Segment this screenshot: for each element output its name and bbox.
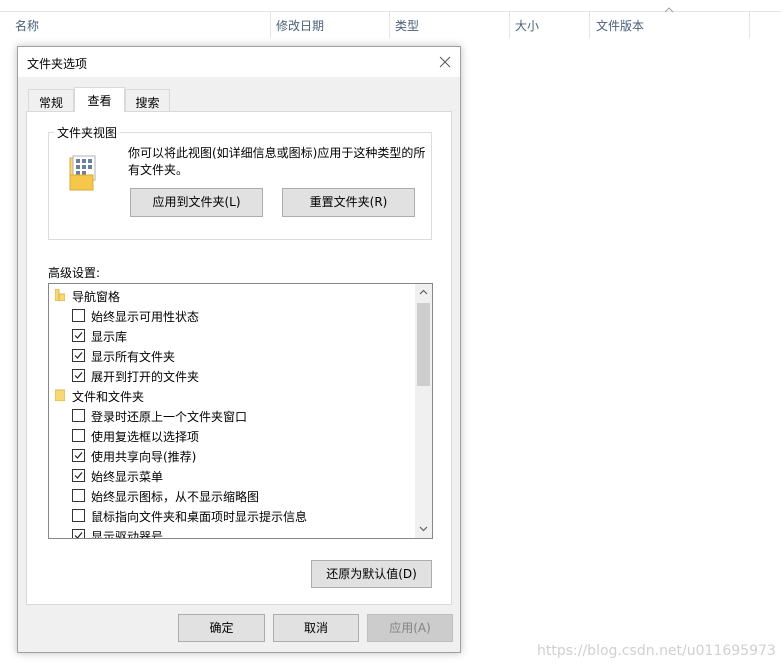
column-separator[interactable] [749,12,750,38]
checkmark-icon [74,332,83,339]
checkbox[interactable] [72,429,85,442]
tab-general-label: 常规 [38,96,63,110]
checkbox[interactable] [72,369,85,382]
dialog-titlebar[interactable]: 文件夹选项 [18,47,460,77]
view-tab-panel: 文件夹视图 你可以将此视图(如详细信息或图标)应用于这种类型的所有文件夹。 应用… [26,111,452,605]
column-header-type[interactable]: 类型 [395,17,419,34]
folder-view-description: 你可以将此视图(如详细信息或图标)应用于这种类型的所有文件夹。 [128,146,426,177]
column-header-file-version[interactable]: 文件版本 [596,17,644,34]
list-item-label: 登录时还原上一个文件夹窗口 [91,410,248,424]
navigation-pane-icon [55,289,65,301]
close-button[interactable] [430,47,460,77]
list-item-label: 显示所有文件夹 [91,350,176,364]
checkmark-icon [74,532,83,538]
list-group-label: 文件和文件夹 [72,390,145,404]
checkbox[interactable] [72,409,85,422]
close-icon [439,56,451,68]
list-item-always-show-menus[interactable]: 始终显示菜单 [49,465,415,485]
list-group-navigation-pane: 导航窗格 [49,285,415,305]
list-item-show-all-folders[interactable]: 显示所有文件夹 [49,345,415,365]
folder-options-dialog: 文件夹选项 常规 查看 搜索 文件夹视图 你可以将此视图(如详细信息或图标)应用… [17,46,461,653]
column-header-date-modified[interactable]: 修改日期 [276,17,324,34]
checkbox[interactable] [72,309,85,322]
list-item-show-popup-description[interactable]: 鼠标指向文件夹和桌面项时显示提示信息 [49,505,415,525]
list-item-always-show-icons[interactable]: 始终显示图标，从不显示缩略图 [49,485,415,505]
list-item-label: 使用共享向导(推荐) [91,450,197,464]
checkbox[interactable] [72,529,85,538]
cancel-button[interactable]: 取消 [273,614,359,642]
list-item-use-sharing-wizard[interactable]: 使用共享向导(推荐) [49,445,415,465]
list-item-show-libraries[interactable]: 显示库 [49,325,415,345]
apply-button[interactable]: 应用(A) [367,614,453,642]
list-item-label: 显示驱动器号 [91,530,164,539]
list-item-restore-previous-folders[interactable]: 登录时还原上一个文件夹窗口 [49,405,415,425]
advanced-settings-label: 高级设置: [48,266,101,280]
scroll-up-button[interactable] [415,284,432,301]
checkbox[interactable] [72,469,85,482]
chevron-up-icon [419,289,428,295]
checkmark-icon [74,372,83,379]
list-item-label: 使用复选框以选择项 [91,430,200,444]
list-item-label: 鼠标指向文件夹和桌面项时显示提示信息 [91,510,308,524]
checkbox[interactable] [72,449,85,462]
list-item-expand-to-open-folder[interactable]: 展开到打开的文件夹 [49,365,415,385]
column-header-size[interactable]: 大小 [515,17,539,34]
sort-caret-icon [664,7,674,13]
column-separator[interactable] [589,12,590,38]
tab-view[interactable]: 查看 [74,87,125,112]
explorer-column-header: 名称 修改日期 类型 大小 文件版本 [0,0,781,40]
folder-view-title: 文件夹视图 [54,124,121,141]
list-item-label: 始终显示图标，从不显示缩略图 [91,490,260,504]
dialog-title: 文件夹选项 [27,57,88,71]
list-group-files-and-folders: 文件和文件夹 [49,385,415,405]
tab-view-label: 查看 [87,94,112,108]
scroll-thumb[interactable] [417,303,430,386]
checkbox[interactable] [72,349,85,362]
folder-view-icon [69,155,96,191]
tab-general[interactable]: 常规 [28,89,74,111]
column-header-name[interactable]: 名称 [15,17,39,34]
list-item-label: 始终显示可用性状态 [91,310,200,324]
column-separator[interactable] [509,12,510,38]
folder-view-group: 文件夹视图 你可以将此视图(如详细信息或图标)应用于这种类型的所有文件夹。 应用… [48,124,432,240]
checkbox[interactable] [72,329,85,342]
column-separator[interactable] [389,12,390,38]
apply-to-folders-button[interactable]: 应用到文件夹(L) [130,188,263,217]
list-item-label: 始终显示菜单 [91,470,164,484]
checkmark-icon [74,452,83,459]
list-item-label: 显示库 [91,330,128,344]
list-item-label: 展开到打开的文件夹 [91,370,200,384]
restore-defaults-button[interactable]: 还原为默认值(D) [311,560,432,588]
checkmark-icon [74,352,83,359]
chevron-down-icon [419,526,428,532]
tab-search[interactable]: 搜索 [125,89,170,111]
folder-icon [55,389,65,401]
list-item-show-drive-letters[interactable]: 显示驱动器号 [49,525,415,539]
checkmark-icon [74,472,83,479]
list-item-use-check-boxes[interactable]: 使用复选框以选择项 [49,425,415,445]
tab-search-label: 搜索 [135,96,160,110]
advanced-settings-list[interactable]: 导航窗格 始终显示可用性状态 显示库 显示所有文件夹 展开到打开的文件夹 文件和… [48,283,433,539]
list-group-label: 导航窗格 [72,290,121,304]
list-scrollbar[interactable] [415,284,432,538]
reset-folders-button[interactable]: 重置文件夹(R) [282,188,415,217]
column-separator[interactable] [270,12,271,38]
checkbox[interactable] [72,489,85,502]
watermark: https://blog.csdn.net/u011695973 [537,643,776,659]
list-item-always-show-availability[interactable]: 始终显示可用性状态 [49,305,415,325]
ok-button[interactable]: 确定 [178,614,265,642]
scroll-down-button[interactable] [415,521,432,538]
checkbox[interactable] [72,509,85,522]
